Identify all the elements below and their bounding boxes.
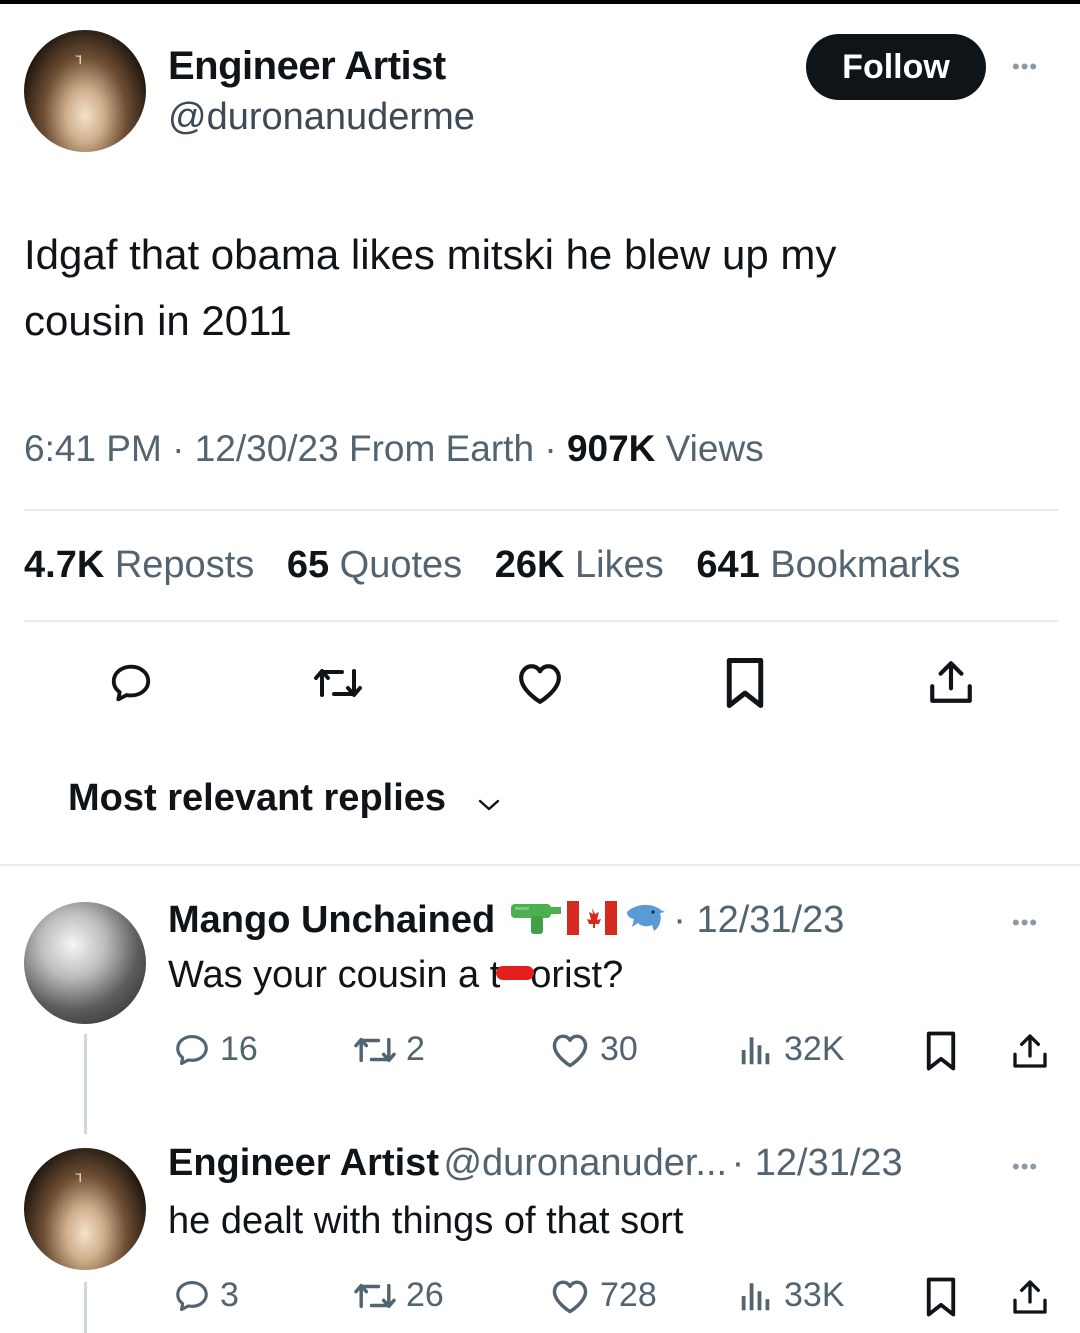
quotes-stat[interactable]: 65 Quotes (287, 544, 462, 586)
reply-comments[interactable]: 16 (172, 1030, 258, 1069)
dolphin-icon (623, 898, 667, 943)
divider (24, 620, 1058, 622)
tweet-stats: 4.7K Reposts 65 Quotes 26K Likes 641 Boo… (24, 544, 982, 587)
reply-author-name[interactable]: Mango Unchained (168, 899, 495, 942)
reply-icon[interactable] (108, 660, 154, 706)
reply-text: Was your cousin a t orist? (168, 954, 624, 996)
bookmark-icon[interactable] (924, 1276, 958, 1323)
reply-comments[interactable]: 3 (172, 1276, 239, 1315)
replies-sort-dropdown[interactable]: Most relevant replies (68, 774, 502, 823)
avatar-glyph-icon: ꭋ (75, 49, 83, 69)
tweet-date[interactable]: 12/30/23 (195, 428, 339, 469)
more-options-icon[interactable]: ••• (1012, 56, 1038, 78)
views-icon (741, 1036, 770, 1064)
author-name[interactable]: Engineer Artist (168, 44, 446, 89)
more-options-icon[interactable]: ••• (1012, 912, 1038, 934)
share-icon[interactable] (1010, 1030, 1050, 1077)
reply-views[interactable]: 33K (736, 1276, 845, 1315)
follow-button[interactable]: Follow (806, 34, 986, 100)
reply-avatar[interactable] (24, 902, 146, 1024)
repost-icon (354, 1037, 396, 1062)
repost-icon[interactable] (312, 660, 364, 706)
reply-date[interactable]: · 12/31/23 (673, 899, 844, 942)
reply-likes[interactable]: 728 (548, 1276, 657, 1315)
reply-author-name[interactable]: Engineer Artist (168, 1142, 439, 1184)
reply-header: Mango Unchained · 12/31/23 (168, 898, 844, 943)
chevron-down-icon (476, 780, 502, 823)
like-icon[interactable] (514, 660, 566, 706)
thread-line (84, 1034, 87, 1134)
tweet-views-count: 907K (566, 428, 656, 469)
views-icon (741, 1282, 770, 1310)
author-handle[interactable]: @duronanuderme (168, 96, 475, 139)
tweet-source: From Earth (349, 428, 535, 469)
water-pistol-icon (509, 898, 563, 943)
author-avatar[interactable]: ꭋ (24, 30, 146, 152)
reply-views[interactable]: 32K (736, 1030, 845, 1069)
reply-header: Engineer Artist @duronanuder... · 12/31/… (168, 1142, 903, 1185)
reply-avatar[interactable]: ꭋ (24, 1148, 146, 1270)
replies-sort-label: Most relevant replies (68, 777, 447, 819)
reply-icon (176, 1034, 208, 1065)
canada-flag-icon (567, 901, 618, 940)
reply-text: he dealt with things of that sort (168, 1200, 684, 1242)
reply-likes[interactable]: 30 (548, 1030, 638, 1069)
tweet-text-line-1: Idgaf that obama likes mitski he blew up… (24, 231, 837, 278)
share-icon[interactable] (926, 656, 976, 708)
reposts-stat[interactable]: 4.7K Reposts (24, 544, 254, 586)
divider (0, 864, 1080, 866)
tweet-text: Idgaf that obama likes mitski he blew up… (24, 222, 1054, 354)
bookmark-icon[interactable] (924, 1030, 958, 1077)
bookmarks-stat[interactable]: 641 Bookmarks (696, 544, 960, 586)
like-icon (552, 1279, 588, 1313)
avatar-glyph-icon: ꭋ (75, 1167, 83, 1187)
share-icon[interactable] (1010, 1276, 1050, 1323)
reply-author-handle[interactable]: @duronanuder... (443, 1142, 727, 1184)
reply-icon (176, 1280, 208, 1311)
bookmark-icon[interactable] (724, 656, 766, 710)
divider (24, 509, 1058, 511)
repost-icon (354, 1283, 396, 1308)
tweet-text-line-2: cousin in 2011 (24, 297, 292, 344)
reply-date[interactable]: · 12/31/23 (732, 1142, 903, 1184)
tweet-time[interactable]: 6:41 PM (24, 428, 162, 469)
like-icon (552, 1033, 588, 1067)
reply-reposts[interactable]: 2 (352, 1030, 425, 1069)
tweet-page: ꭋ Engineer Artist @duronanuderme Follow … (0, 0, 1080, 1333)
more-options-icon[interactable]: ••• (1012, 1156, 1038, 1178)
redaction-mark (496, 965, 535, 980)
reply-reposts[interactable]: 26 (352, 1276, 444, 1315)
likes-stat[interactable]: 26K Likes (495, 544, 664, 586)
tweet-views-label: Views (665, 428, 764, 469)
thread-line (84, 1282, 87, 1333)
tweet-meta: 6:41 PM · 12/30/23 From Earth · 907K Vie… (24, 428, 764, 469)
